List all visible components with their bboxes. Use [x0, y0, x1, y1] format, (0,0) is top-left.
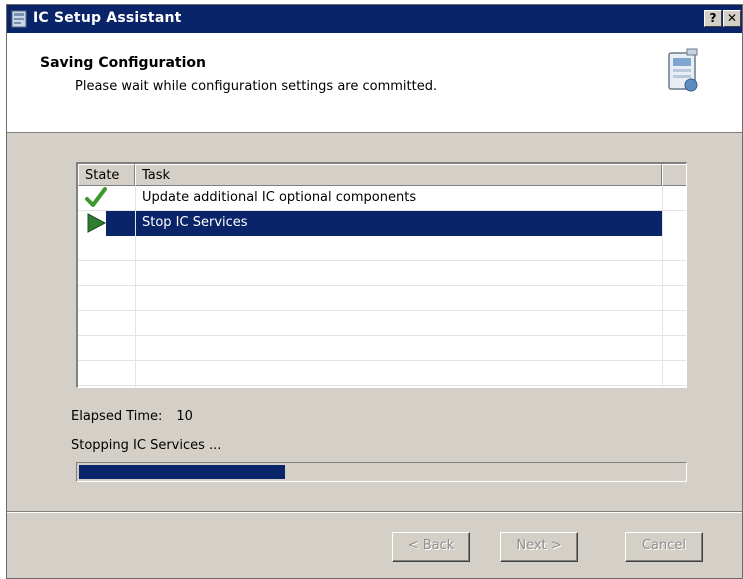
column-header-state[interactable]: State	[78, 164, 135, 186]
table-row	[78, 361, 686, 386]
wizard-header: Saving Configuration Please wait while c…	[7, 33, 742, 133]
help-button[interactable]: ?	[704, 10, 722, 27]
title-bar[interactable]: IC Setup Assistant ? ✕	[7, 5, 742, 33]
table-row	[78, 311, 686, 336]
task-list[interactable]: State Task Update additional IC optional…	[76, 162, 687, 388]
window-title: IC Setup Assistant	[33, 10, 182, 26]
setup-assistant-window: IC Setup Assistant ? ✕ Saving Configurat…	[6, 4, 743, 579]
elapsed-time-value: 10	[176, 409, 193, 424]
page-title: Saving Configuration	[40, 55, 206, 71]
table-row	[78, 286, 686, 311]
wizard-content: State Task Update additional IC optional…	[7, 134, 742, 508]
back-button[interactable]: < Back	[392, 532, 470, 562]
play-arrow-icon	[87, 213, 107, 233]
table-row[interactable]: Stop IC Services	[78, 211, 686, 236]
close-button[interactable]: ✕	[723, 10, 741, 27]
task-list-header: State Task	[78, 164, 686, 186]
task-cell: Update additional IC optional components	[142, 190, 417, 205]
elapsed-time-label: Elapsed Time:	[71, 409, 163, 424]
task-cell: Stop IC Services	[136, 211, 662, 236]
row-line	[78, 385, 686, 386]
next-button[interactable]: Next >	[500, 532, 578, 562]
check-icon	[85, 187, 107, 207]
column-header-task[interactable]: Task	[135, 164, 662, 186]
footer-separator	[7, 511, 742, 513]
status-text: Stopping IC Services ...	[71, 438, 222, 453]
progress-fill	[79, 465, 285, 479]
state-cell	[78, 211, 135, 236]
column-header-filler	[662, 164, 686, 186]
cancel-button[interactable]: Cancel	[625, 532, 703, 562]
page-subtitle: Please wait while configuration settings…	[75, 79, 438, 94]
state-cell	[78, 186, 135, 211]
app-icon	[11, 10, 27, 28]
progress-bar	[76, 462, 687, 482]
table-row	[78, 236, 686, 261]
table-row	[78, 261, 686, 286]
table-row[interactable]: Update additional IC optional components	[78, 186, 686, 211]
table-row	[78, 336, 686, 361]
elapsed-time: Elapsed Time: 10	[71, 409, 193, 424]
setup-computer-icon	[668, 48, 698, 92]
